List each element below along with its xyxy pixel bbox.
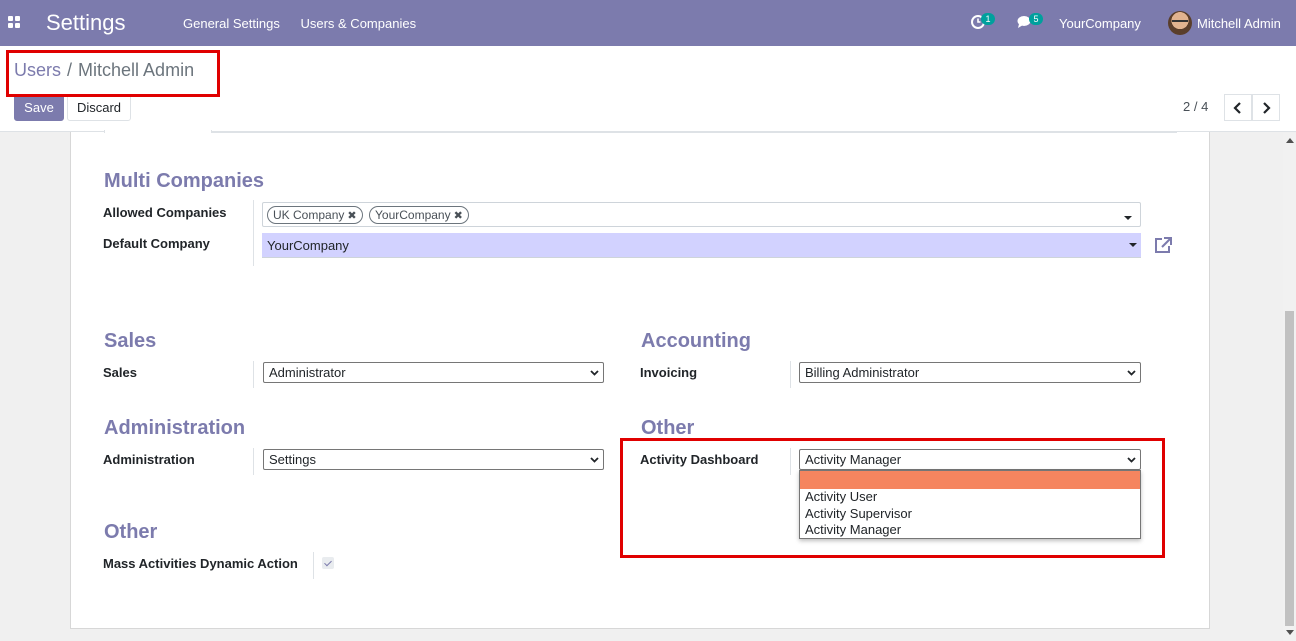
tag-yourcompany: YourCompany ✖ [369, 206, 469, 224]
administration-selected-value: Settings [269, 452, 316, 467]
menu-general-settings[interactable]: General Settings [183, 16, 280, 31]
label-divider [253, 361, 254, 388]
external-link-icon[interactable] [1153, 236, 1173, 254]
sales-select[interactable]: Administrator [263, 362, 604, 383]
invoicing-selected-value: Billing Administrator [805, 365, 920, 380]
tag-label: UK Company [273, 208, 345, 222]
chevron-down-icon [1127, 370, 1136, 376]
remove-tag-icon[interactable]: ✖ [454, 209, 463, 222]
section-title-multi-companies: Multi Companies [104, 170, 265, 192]
invoicing-select[interactable]: Billing Administrator [799, 362, 1141, 383]
label-divider [790, 448, 791, 475]
allowed-companies-label: Allowed Companies [103, 205, 227, 220]
active-notebook-tab[interactable] [104, 130, 212, 133]
activity-dashboard-select[interactable]: Activity Manager [799, 449, 1141, 470]
message-count-badge: 5 [1029, 13, 1043, 25]
breadcrumb-current: Mitchell Admin [78, 60, 195, 80]
activity-dashboard-label: Activity Dashboard [640, 452, 759, 467]
pager-previous-button[interactable] [1224, 94, 1252, 121]
section-title-other-right: Other [641, 417, 695, 439]
section-title-other-left: Other [104, 521, 158, 543]
save-button[interactable]: Save [14, 94, 64, 121]
pager-next-button[interactable] [1252, 94, 1280, 121]
mass-activities-label: Mass Activities Dynamic Action [103, 556, 298, 571]
option-activity-user[interactable]: Activity User [800, 489, 1140, 506]
section-title-administration: Administration [104, 417, 246, 439]
chevron-down-icon [1127, 457, 1136, 463]
control-panel: Users / Mitchell Admin Save Discard 2 / 4 [0, 46, 1296, 132]
notebook-tab-border [104, 132, 1177, 133]
pager-value[interactable]: 2 / 4 [1183, 99, 1208, 114]
user-avatar[interactable] [1168, 11, 1192, 35]
default-company-label: Default Company [103, 236, 210, 251]
scrollbar-thumb[interactable] [1285, 311, 1294, 626]
section-title-accounting: Accounting [641, 330, 751, 352]
scroll-down-icon[interactable] [1286, 630, 1294, 635]
activity-dashboard-selected-value: Activity Manager [805, 452, 902, 467]
chevron-down-icon [590, 370, 599, 376]
sales-label: Sales [103, 365, 137, 380]
menu-users-companies[interactable]: Users & Companies [300, 16, 416, 31]
mass-activities-checkbox[interactable] [322, 557, 334, 569]
breadcrumb: Users / Mitchell Admin [14, 60, 194, 81]
company-switcher[interactable]: YourCompany [1059, 16, 1141, 31]
chevron-right-icon [1263, 102, 1271, 114]
tag-uk-company: UK Company ✖ [267, 206, 363, 224]
administration-select[interactable]: Settings [263, 449, 604, 470]
sales-selected-value: Administrator [269, 365, 346, 380]
label-divider [253, 448, 254, 475]
option-activity-manager[interactable]: Activity Manager [800, 522, 1140, 539]
chevron-left-icon [1233, 102, 1241, 114]
caret-down-icon[interactable] [1129, 243, 1137, 247]
breadcrumb-users-link[interactable]: Users [14, 60, 61, 80]
apps-menu-icon[interactable] [8, 16, 20, 28]
activity-dashboard-options: Activity User Activity Supervisor Activi… [799, 470, 1141, 539]
user-menu[interactable]: Mitchell Admin [1197, 16, 1281, 31]
label-divider [790, 361, 791, 388]
activity-count-badge: 1 [981, 13, 995, 25]
allowed-companies-field[interactable]: UK Company ✖ YourCompany ✖ [262, 202, 1141, 227]
top-navbar: Settings General Settings Users & Compan… [0, 0, 1296, 46]
app-title: Settings [46, 10, 126, 35]
chevron-down-icon [590, 457, 599, 463]
invoicing-label: Invoicing [640, 365, 698, 380]
scroll-up-icon[interactable] [1286, 138, 1294, 143]
option-empty[interactable] [800, 471, 1140, 489]
administration-label: Administration [103, 452, 195, 467]
main-menu: General Settings Users & Companies [183, 16, 433, 31]
tag-label: YourCompany [375, 208, 451, 222]
discard-button[interactable]: Discard [67, 94, 131, 121]
option-activity-supervisor[interactable]: Activity Supervisor [800, 506, 1140, 523]
default-company-field[interactable]: YourCompany [262, 233, 1141, 258]
label-divider [313, 552, 314, 579]
section-title-sales: Sales [104, 330, 157, 352]
caret-down-icon[interactable] [1124, 216, 1132, 220]
breadcrumb-separator: / [67, 60, 73, 80]
remove-tag-icon[interactable]: ✖ [347, 209, 356, 222]
label-divider [253, 200, 254, 266]
